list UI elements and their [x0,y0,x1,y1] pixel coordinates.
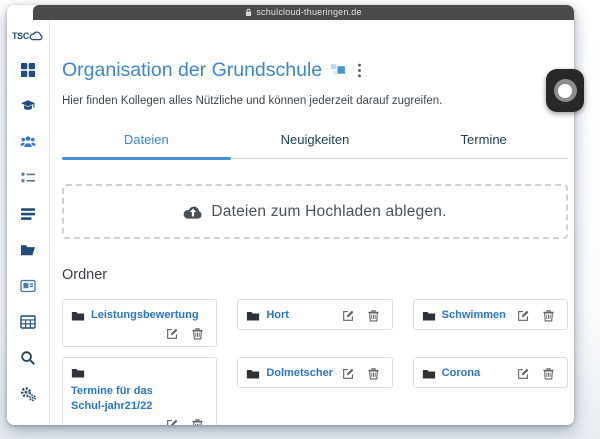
browser-address-bar[interactable]: schulcloud-thueringen.de [33,5,574,20]
trash-icon[interactable] [367,367,380,380]
trash-icon[interactable] [367,309,380,322]
folder-icon [71,309,85,323]
teams-icon[interactable] [20,134,36,150]
folder-actions [517,367,555,380]
folders-heading: Ordner [62,267,568,283]
folder-icon [422,309,436,323]
tab-neuigkeiten[interactable]: Neuigkeiten [231,130,400,158]
folder-actions [166,418,204,425]
file-dropzone[interactable]: Dateien zum Hochladen ablegen. [62,184,568,239]
news-icon[interactable] [20,206,36,222]
edit-icon[interactable] [166,418,179,425]
folder-actions [517,309,555,322]
sidebar: TSC [7,20,50,425]
folder-card: Dolmetscher [237,357,392,388]
edit-icon[interactable] [342,367,355,380]
edit-icon[interactable] [342,309,355,322]
trash-icon[interactable] [191,418,204,425]
trash-icon[interactable] [191,327,204,340]
tab-termine[interactable]: Termine [399,130,568,158]
tab-bar: Dateien Neuigkeiten Termine [62,130,568,159]
search-icon[interactable] [20,350,36,366]
folder-link[interactable]: Schwimmen [442,308,506,323]
cloud-logo-icon [28,30,44,42]
calendar-icon[interactable] [20,314,36,330]
trash-icon[interactable] [542,309,555,322]
courses-icon[interactable] [20,98,36,114]
page-subtitle: Hier finden Kollegen alles Nützliche und… [62,95,568,111]
folder-card: Leistungsbewertung [62,299,217,347]
folder-actions [166,327,204,340]
folder-actions [342,309,380,322]
trash-icon[interactable] [542,367,555,380]
record-circle-icon [554,79,577,102]
folder-actions [342,367,380,380]
main-content: Organisation der Grundschule Hier finden… [50,20,574,425]
folder-card: Corona [413,357,568,388]
folder-link[interactable]: Leistungsbewertung [91,308,199,323]
padlock-icon [245,8,252,17]
folder-icon [71,366,85,380]
edit-icon[interactable] [166,327,179,340]
folder-icon [422,367,436,381]
app-logo[interactable]: TSC [12,30,44,42]
screen-record-button[interactable] [546,69,584,112]
browser-window: schulcloud-thueringen.de TSC [7,5,574,425]
folder-card: Termine für das Schul-jahr21/22 [62,357,217,425]
page-title: Organisation der Grundschule [62,58,322,82]
address-text: schulcloud-thueringen.de [256,5,361,20]
settings-icon[interactable] [20,386,36,402]
dashboard-icon[interactable] [20,62,36,78]
folder-link[interactable]: Dolmetscher [266,366,333,381]
folder-card: Schwimmen [413,299,568,330]
folder-card: Hort [237,299,392,330]
page-header: Organisation der Grundschule [62,58,568,82]
logo-text: TSC [12,31,29,41]
dropzone-label: Dateien zum Hochladen ablegen. [211,203,446,221]
tab-dateien[interactable]: Dateien [62,130,231,158]
edit-icon[interactable] [517,367,530,380]
folder-link[interactable]: Hort [266,308,289,323]
pixel-squares-icon [331,63,346,78]
folder-icon [246,309,260,323]
tasks-icon[interactable] [20,170,36,186]
lernstore-icon[interactable] [20,278,36,294]
files-icon[interactable] [20,242,36,258]
kebab-menu-icon[interactable] [357,63,362,78]
upload-cloud-icon [183,205,203,219]
sidebar-nav [20,62,36,402]
app-body: TSC [7,20,574,425]
folder-link[interactable]: Termine für das Schul-jahr21/22 [71,384,189,414]
folder-grid: Leistungsbewertung Hort [62,299,568,425]
folder-link[interactable]: Corona [442,366,481,381]
edit-icon[interactable] [517,309,530,322]
folder-icon [246,367,260,381]
